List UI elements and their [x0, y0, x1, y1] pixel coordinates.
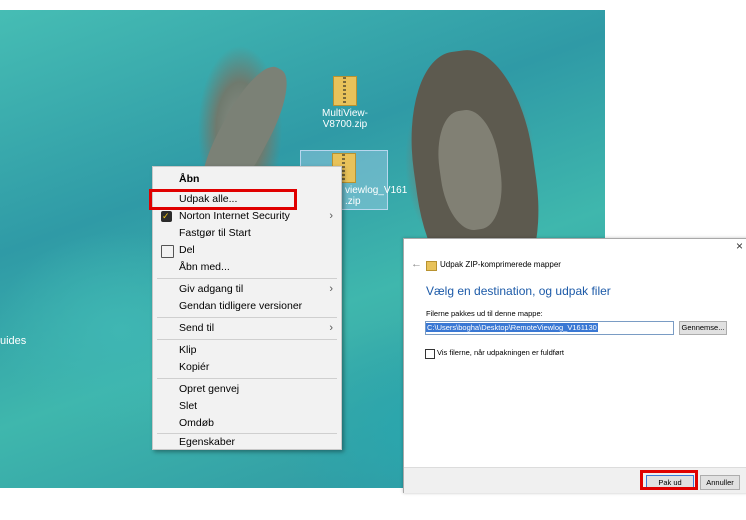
menu-separator: [157, 317, 337, 318]
menu-item-cut[interactable]: Klip: [153, 342, 341, 359]
menu-item-open[interactable]: Åbn: [153, 171, 341, 188]
submenu-arrow-icon: ›: [329, 210, 333, 222]
close-icon[interactable]: ×: [736, 239, 743, 253]
dialog-title: Udpak ZIP-komprimerede mapper: [440, 260, 561, 269]
extract-zip-dialog: × ← Udpak ZIP-komprimerede mapper Vælg e…: [403, 238, 746, 493]
norton-icon: [161, 208, 172, 225]
menu-item-label: Send til: [179, 322, 215, 334]
show-files-label: Vis filerne, når udpakningen er fuldført: [437, 348, 565, 357]
destination-path-input[interactable]: C:\Users\bogha\Desktop\RemoteViewlog_V16…: [425, 321, 674, 335]
menu-item-properties[interactable]: Egenskaber: [153, 434, 341, 451]
menu-separator: [157, 378, 337, 379]
menu-separator: [157, 278, 337, 279]
menu-item-label: Giv adgang til: [179, 283, 244, 295]
submenu-arrow-icon: ›: [329, 283, 333, 295]
menu-item-norton[interactable]: Norton Internet Security ›: [153, 208, 341, 225]
menu-item-label: Del: [179, 244, 195, 256]
destination-path-value: C:\Users\bogha\Desktop\RemoteViewlog_V16…: [426, 323, 598, 332]
desktop-icon-multiview-zip[interactable]: MultiView-V8700.zip: [302, 76, 388, 130]
desktop-side-label: uides: [0, 335, 27, 347]
desktop-icon-label: MultiView-V8700.zip: [322, 108, 368, 130]
browse-button[interactable]: Gennemse...: [679, 321, 727, 335]
menu-item-restore[interactable]: Gendan tidligere versioner: [153, 298, 341, 315]
dialog-heading: Vælg en destination, og udpak filer: [426, 284, 611, 298]
cancel-button[interactable]: Annuller: [700, 475, 740, 490]
menu-item-delete[interactable]: Slet: [153, 398, 341, 415]
zip-folder-icon: [426, 261, 437, 271]
menu-item-pin-start[interactable]: Fastgør til Start: [153, 225, 341, 242]
back-arrow-icon[interactable]: ←: [411, 258, 422, 270]
submenu-arrow-icon: ›: [329, 322, 333, 334]
show-files-checkbox[interactable]: [425, 349, 435, 359]
menu-item-share[interactable]: Del: [153, 242, 341, 259]
menu-item-label: Norton Internet Security: [179, 210, 290, 222]
highlight-box-extract-all: [149, 189, 297, 210]
destination-label: Filerne pakkes ud til denne mappe:: [426, 309, 543, 318]
menu-item-send-to[interactable]: Send til ›: [153, 320, 341, 337]
highlight-box-extract-button: [640, 470, 698, 490]
menu-item-create-shortcut[interactable]: Opret genvej: [153, 381, 341, 398]
zip-folder-icon: [333, 76, 357, 106]
menu-item-open-with[interactable]: Åbn med...: [153, 259, 341, 276]
menu-separator: [157, 339, 337, 340]
share-icon: [161, 245, 174, 258]
menu-item-copy[interactable]: Kopiér: [153, 359, 341, 376]
menu-item-rename[interactable]: Omdøb: [153, 415, 341, 432]
menu-item-give-access[interactable]: Giv adgang til ›: [153, 281, 341, 298]
